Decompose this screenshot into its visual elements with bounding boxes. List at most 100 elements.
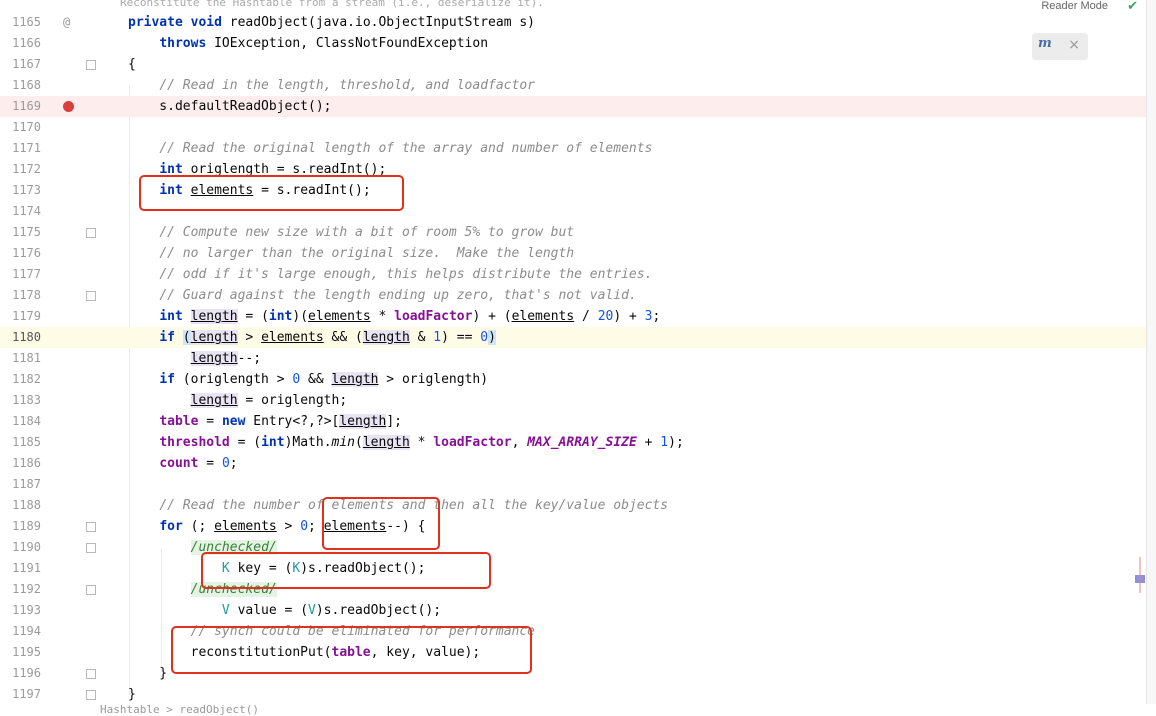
override-icon[interactable]: @ <box>63 12 70 33</box>
fold-marker-icon[interactable] <box>86 522 96 532</box>
code-text[interactable]: // odd if it's large enough, this helps … <box>128 264 652 285</box>
code-line[interactable]: 1184 table = new Entry<?,?>[length]; <box>0 411 1146 432</box>
code-text[interactable]: // Read the original length of the array… <box>128 138 652 159</box>
code-text[interactable]: length = origlength; <box>128 390 347 411</box>
line-number[interactable]: 1168 <box>0 75 41 96</box>
line-number[interactable]: 1196 <box>0 663 41 684</box>
line-number[interactable]: 1183 <box>0 390 41 411</box>
fold-marker-icon[interactable] <box>86 60 96 70</box>
code-text[interactable]: int length = (int)(elements * loadFactor… <box>128 306 660 327</box>
code-line[interactable]: 1181 length--; <box>0 348 1146 369</box>
code-line[interactable]: 1167 { <box>0 54 1146 75</box>
code-line[interactable]: 1171 // Read the original length of the … <box>0 138 1146 159</box>
line-number[interactable]: 1179 <box>0 306 41 327</box>
scroll-marker-icon[interactable] <box>1135 555 1145 595</box>
code-text[interactable]: // no larger than the original size. Mak… <box>128 243 574 264</box>
code-line[interactable]: 1191 K key = (K)s.readObject(); <box>0 558 1146 579</box>
line-number[interactable]: 1167 <box>0 54 41 75</box>
code-text[interactable]: threshold = (int)Math.min(length * loadF… <box>128 432 684 453</box>
breakpoint-icon[interactable] <box>63 101 74 112</box>
line-number[interactable]: 1172 <box>0 159 41 180</box>
line-number[interactable]: 1195 <box>0 642 41 663</box>
line-number[interactable]: 1173 <box>0 180 41 201</box>
code-line[interactable]: 1166 throws IOException, ClassNotFoundEx… <box>0 33 1146 54</box>
code-line[interactable]: 1178 // Guard against the length ending … <box>0 285 1146 306</box>
code-line[interactable]: 1182 if (origlength > 0 && length > orig… <box>0 369 1146 390</box>
reader-mode-button[interactable]: Reader Mode <box>1041 0 1108 12</box>
line-number[interactable]: 1178 <box>0 285 41 306</box>
code-text[interactable]: if (length > elements && (length & 1) ==… <box>128 327 496 348</box>
fold-marker-icon[interactable] <box>86 543 96 553</box>
code-line[interactable]: 1170 <box>0 117 1146 138</box>
code-text[interactable]: { <box>128 54 136 75</box>
code-text[interactable]: } <box>128 663 167 684</box>
code-text[interactable]: throws IOException, ClassNotFoundExcepti… <box>128 33 488 54</box>
code-text[interactable]: count = 0; <box>128 453 237 474</box>
code-text[interactable]: private void readObject(java.io.ObjectIn… <box>128 12 535 33</box>
line-number[interactable]: 1187 <box>0 474 41 495</box>
code-line[interactable]: 1193 V value = (V)s.readObject(); <box>0 600 1146 621</box>
code-line[interactable]: 1186 count = 0; <box>0 453 1146 474</box>
code-line[interactable]: 1190 /unchecked/ <box>0 537 1146 558</box>
code-text[interactable]: s.defaultReadObject(); <box>128 96 331 117</box>
fold-marker-icon[interactable] <box>86 669 96 679</box>
code-line[interactable]: 1187 <box>0 474 1146 495</box>
code-text[interactable]: // Compute new size with a bit of room 5… <box>128 222 574 243</box>
fold-marker-icon[interactable] <box>86 228 96 238</box>
line-number[interactable]: 1171 <box>0 138 41 159</box>
code-line[interactable]: 1168 // Read in the length, threshold, a… <box>0 75 1146 96</box>
code-line[interactable]: 1165 @ private void readObject(java.io.Obj… <box>0 12 1146 33</box>
code-text[interactable]: } <box>128 684 136 705</box>
line-number[interactable]: 1166 <box>0 33 41 54</box>
code-editor[interactable]: Reconstitute the Hashtable from a stream… <box>0 0 1156 715</box>
code-line[interactable]: 1179 int length = (int)(elements * loadF… <box>0 306 1146 327</box>
fold-marker-icon[interactable] <box>86 690 96 700</box>
code-line[interactable]: 1197} <box>0 684 1146 705</box>
code-line[interactable]: 1176 // no larger than the original size… <box>0 243 1146 264</box>
code-line[interactable]: 1177 // odd if it's large enough, this h… <box>0 264 1146 285</box>
line-number[interactable]: 1176 <box>0 243 41 264</box>
fold-marker-icon[interactable] <box>86 291 96 301</box>
line-number[interactable]: 1191 <box>0 558 41 579</box>
code-line[interactable]: 1185 threshold = (int)Math.min(length * … <box>0 432 1146 453</box>
m-inlay-icon[interactable]: m <box>1038 36 1052 51</box>
code-line[interactable]: 1175 // Compute new size with a bit of r… <box>0 222 1146 243</box>
code-line[interactable]: 1180 if (length > elements && (length & … <box>0 327 1146 348</box>
line-number[interactable]: 1188 <box>0 495 41 516</box>
line-number[interactable]: 1189 <box>0 516 41 537</box>
line-number[interactable]: 1170 <box>0 117 41 138</box>
code-line[interactable]: 1188 // Read the number of elements and … <box>0 495 1146 516</box>
code-line[interactable]: 1192 /unchecked/ <box>0 579 1146 600</box>
code-line[interactable]: 1169 s.defaultReadObject(); <box>0 96 1146 117</box>
code-text[interactable]: table = new Entry<?,?>[length]; <box>128 411 402 432</box>
fold-marker-icon[interactable] <box>86 585 96 595</box>
line-number[interactable]: 1169 <box>0 96 41 117</box>
line-number[interactable]: 1177 <box>0 264 41 285</box>
line-number[interactable]: 1185 <box>0 432 41 453</box>
line-number[interactable]: 1182 <box>0 369 41 390</box>
line-number[interactable]: 1192 <box>0 579 41 600</box>
line-number[interactable]: 1194 <box>0 621 41 642</box>
code-text[interactable]: V value = (V)s.readObject(); <box>128 600 441 621</box>
breadcrumb[interactable]: Hashtable > readObject() <box>100 704 259 715</box>
line-number[interactable]: 1174 <box>0 201 41 222</box>
code-line[interactable]: 1189 for (; elements > 0; elements--) { <box>0 516 1146 537</box>
line-number[interactable]: 1186 <box>0 453 41 474</box>
code-text[interactable]: length--; <box>128 348 261 369</box>
line-number[interactable]: 1180 <box>0 327 41 348</box>
line-number[interactable]: 1181 <box>0 348 41 369</box>
line-number[interactable]: 1190 <box>0 537 41 558</box>
vertical-scrollbar[interactable] <box>1146 0 1156 715</box>
code-text[interactable]: // Guard against the length ending up ze… <box>128 285 636 306</box>
line-number[interactable]: 1197 <box>0 684 41 705</box>
inlay-popup[interactable]: m × <box>1032 33 1088 60</box>
line-number[interactable]: 1193 <box>0 600 41 621</box>
breadcrumb-bar[interactable]: Hashtable > readObject() <box>0 704 1156 715</box>
line-number[interactable]: 1175 <box>0 222 41 243</box>
code-line[interactable]: 1183 length = origlength; <box>0 390 1146 411</box>
close-icon[interactable]: × <box>1068 37 1080 53</box>
line-number[interactable]: 1184 <box>0 411 41 432</box>
line-number[interactable]: 1165 <box>0 12 41 33</box>
code-text[interactable]: // Read in the length, threshold, and lo… <box>128 75 535 96</box>
code-text[interactable]: if (origlength > 0 && length > origlengt… <box>128 369 488 390</box>
